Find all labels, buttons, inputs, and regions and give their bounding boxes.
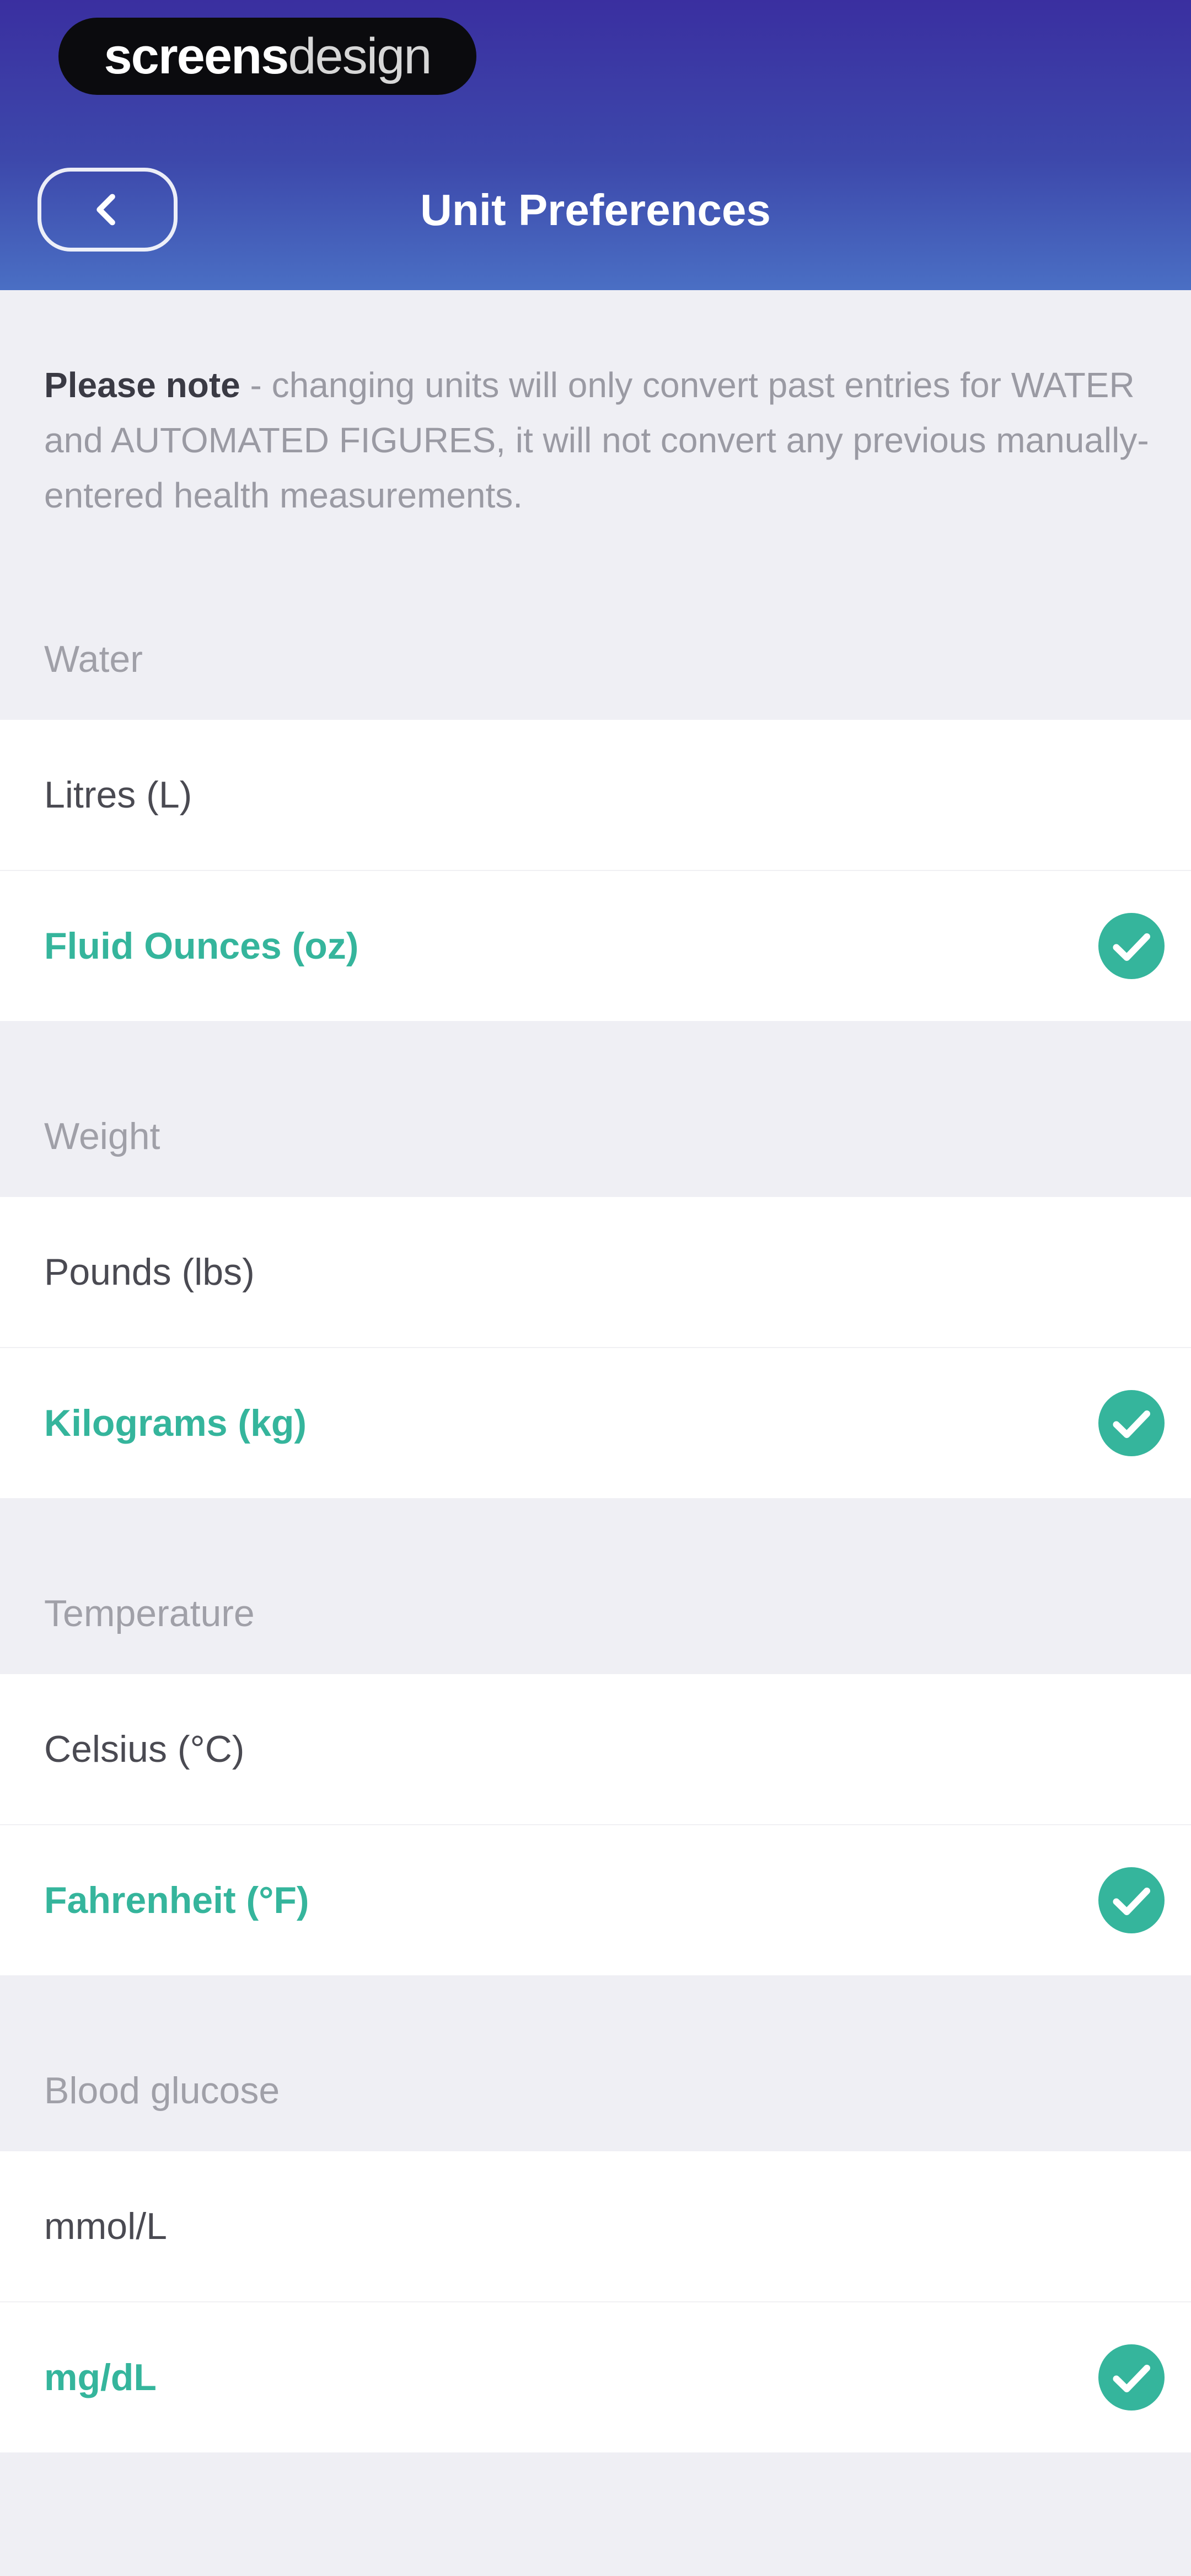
unit-group-weight: Pounds (lbs) Kilograms (kg) (0, 1197, 1191, 1498)
note-emphasis: Please note (44, 365, 240, 405)
unit-option-label: Fahrenheit (°F) (44, 1879, 309, 1921)
check-circle-icon (1098, 1867, 1165, 1933)
unit-group-temperature: Celsius (°C) Fahrenheit (°F) (0, 1674, 1191, 1975)
unit-option-fluid-ounces[interactable]: Fluid Ounces (oz) (0, 870, 1191, 1021)
unit-option-label: Celsius (°C) (44, 1728, 245, 1770)
unit-option-mmol[interactable]: mmol/L (0, 2151, 1191, 2301)
section-label-temperature: Temperature (44, 1592, 255, 1634)
page-title: Unit Preferences (420, 185, 771, 234)
unit-option-label: Pounds (lbs) (44, 1251, 255, 1293)
app-header: screensdesign Unit Preferences (0, 0, 1191, 290)
unit-option-celsius[interactable]: Celsius (°C) (0, 1674, 1191, 1824)
unit-option-label: Fluid Ounces (oz) (44, 925, 359, 967)
unit-option-pounds[interactable]: Pounds (lbs) (0, 1197, 1191, 1347)
section-label-blood-glucose: Blood glucose (44, 2070, 280, 2112)
unit-option-kilograms[interactable]: Kilograms (kg) (0, 1347, 1191, 1498)
check-circle-icon (1098, 2344, 1165, 2411)
brand-name: screensdesign (104, 28, 432, 84)
check-circle-icon (1098, 1390, 1165, 1456)
unit-option-litres[interactable]: Litres (L) (0, 720, 1191, 870)
check-circle-icon (1098, 913, 1165, 979)
brand-logo: screensdesign (58, 18, 476, 95)
unit-group-blood-glucose: mmol/L mg/dL (0, 2151, 1191, 2452)
unit-option-label: mmol/L (44, 2205, 167, 2247)
section-label-weight: Weight (44, 1115, 160, 1157)
unit-option-label: mg/dL (44, 2356, 157, 2398)
unit-option-fahrenheit[interactable]: Fahrenheit (°F) (0, 1824, 1191, 1975)
unit-option-mg-dl[interactable]: mg/dL (0, 2301, 1191, 2452)
section-label-water: Water (44, 638, 143, 680)
unit-option-label: Litres (L) (44, 774, 192, 816)
units-note: Please note - changing units will only c… (44, 357, 1152, 523)
unit-group-water: Litres (L) Fluid Ounces (oz) (0, 720, 1191, 1021)
unit-option-label: Kilograms (kg) (44, 1402, 307, 1444)
